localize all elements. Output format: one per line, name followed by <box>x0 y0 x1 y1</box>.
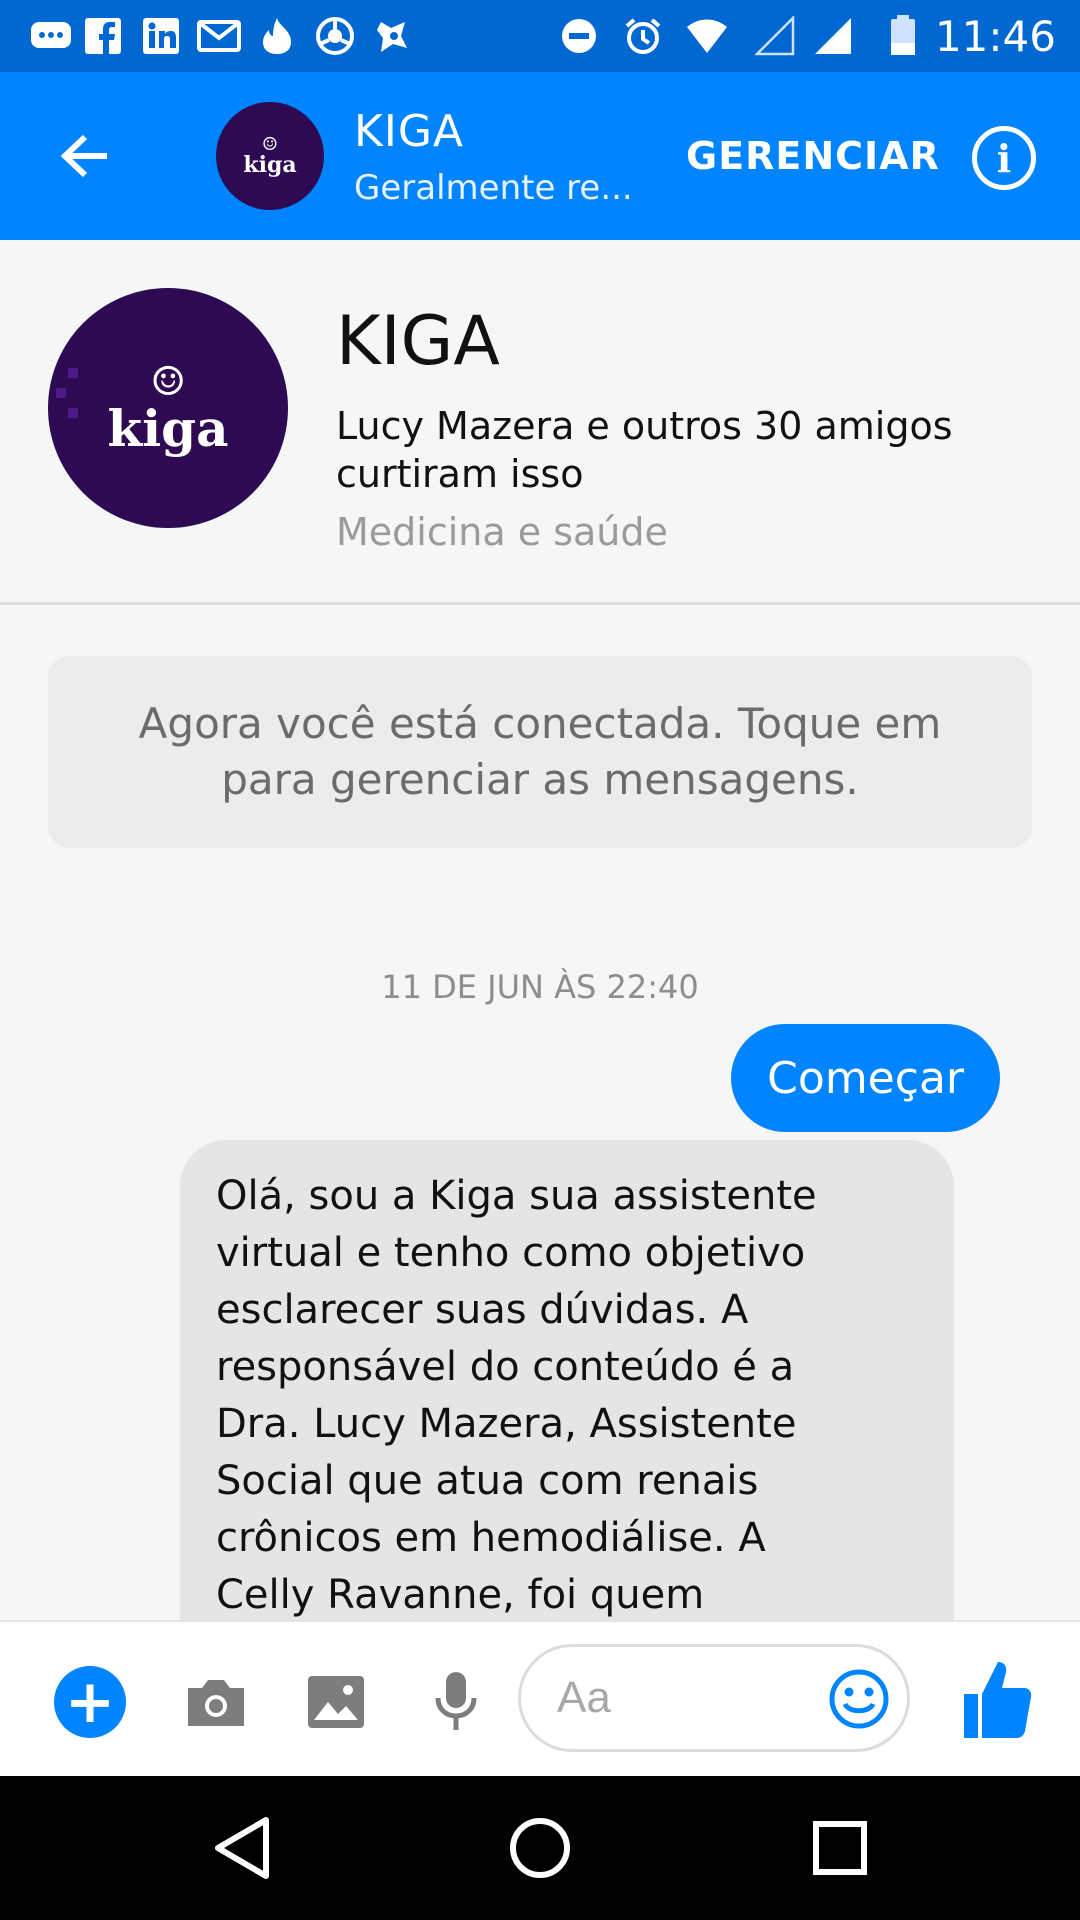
microphone-icon[interactable] <box>422 1668 490 1736</box>
back-button[interactable] <box>40 116 130 196</box>
wifi-icon <box>684 14 730 58</box>
back-arrow-icon <box>60 134 107 178</box>
gallery-icon[interactable] <box>302 1668 370 1736</box>
header-avatar[interactable]: ☺ kiga <box>216 102 324 210</box>
profile-avatar[interactable]: ☺ kiga <box>48 288 288 528</box>
info-glyph: i <box>996 135 1012 181</box>
system-navigation-bar <box>0 1776 1080 1920</box>
nav-recents-icon[interactable] <box>800 1808 880 1888</box>
robot-icon: ☺ <box>150 359 186 405</box>
pixel-decoration <box>68 368 78 378</box>
app-icon <box>370 14 416 58</box>
alarm-icon <box>620 14 666 58</box>
status-bar: 11:46 <box>0 0 1080 72</box>
connection-notice-text: Agora você está conectada. Toque em para… <box>138 699 942 804</box>
do-not-disturb-icon <box>556 14 602 58</box>
battery-icon <box>880 14 926 58</box>
tinder-icon <box>254 14 300 58</box>
signal-empty-icon <box>752 14 798 58</box>
camera-icon[interactable] <box>182 1668 250 1736</box>
response-time-subtitle: Geralmente re... <box>354 168 633 208</box>
gmail-icon <box>196 14 242 58</box>
conversation-title[interactable]: KIGA <box>354 106 464 157</box>
friends-liked-text: Lucy Mazera e outros 30 amigos curtiram … <box>336 404 953 496</box>
pixel-decoration <box>56 388 66 398</box>
messenger-icon <box>28 14 74 58</box>
clock: 11:46 <box>934 12 1056 61</box>
avatar-wordmark: kiga <box>107 399 229 458</box>
nav-back-icon[interactable] <box>202 1808 282 1888</box>
message-timestamp: 11 DE JUN ÀS 22:40 <box>381 968 699 1006</box>
outgoing-message-text: Começar <box>767 1052 964 1104</box>
thumbs-up-icon[interactable] <box>960 1658 1036 1742</box>
nav-home-icon[interactable] <box>500 1808 580 1888</box>
outgoing-message-bubble[interactable]: Começar <box>731 1024 1000 1132</box>
conversation-header: ☺ kiga KIGA Geralmente re... GERENCIAR i <box>0 72 1080 240</box>
plus-icon[interactable]: + <box>54 1666 126 1738</box>
incoming-message-bubble[interactable]: Olá, sou a Kiga sua assistente virtual e… <box>180 1140 954 1700</box>
page-profile-card: ☺ kiga KIGA Lucy Mazera e outros 30 amig… <box>0 240 1080 605</box>
chrome-icon <box>312 14 358 58</box>
plus-glyph: + <box>64 1667 116 1737</box>
facebook-icon <box>80 14 126 58</box>
signal-icon <box>810 14 856 58</box>
connection-notice[interactable]: Agora você está conectada. Toque em para… <box>48 656 1032 848</box>
linkedin-icon <box>138 14 184 58</box>
emoji-icon[interactable] <box>828 1668 890 1730</box>
message-composer: + <box>0 1620 1080 1776</box>
page-category: Medicina e saúde <box>336 510 668 554</box>
profile-name: KIGA <box>336 302 500 381</box>
info-icon[interactable]: i <box>972 126 1036 190</box>
avatar-wordmark: kiga <box>243 152 297 178</box>
pixel-decoration <box>68 408 78 418</box>
manage-button[interactable]: GERENCIAR <box>686 134 940 178</box>
